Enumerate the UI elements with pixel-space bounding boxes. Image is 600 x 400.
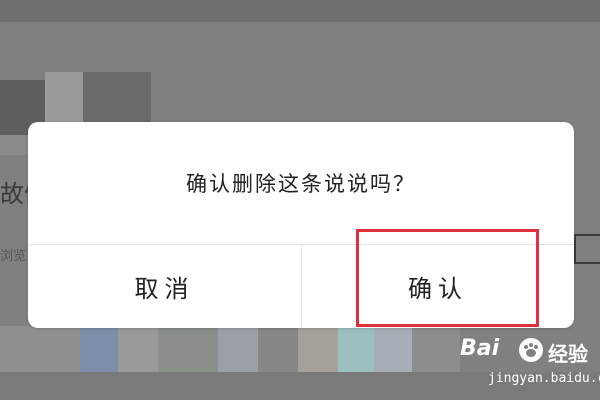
baidu-watermark: Bai 经验 jingyan.baidu.com xyxy=(458,336,600,394)
highlight-annotation xyxy=(356,229,539,327)
dialog-message: 确认删除这条说说吗？ xyxy=(186,172,416,196)
blurred-image xyxy=(83,72,151,122)
cancel-button[interactable]: 取消 xyxy=(28,245,301,328)
watermark-brand-suffix: 经验 xyxy=(548,342,588,366)
baidu-logo: Bai xyxy=(460,336,500,361)
background-view-count: 浏览 xyxy=(0,249,27,264)
watermark-url: jingyan.baidu.com xyxy=(488,371,600,386)
top-bar xyxy=(0,0,600,22)
paw-icon xyxy=(519,338,543,362)
share-icon xyxy=(574,234,600,264)
